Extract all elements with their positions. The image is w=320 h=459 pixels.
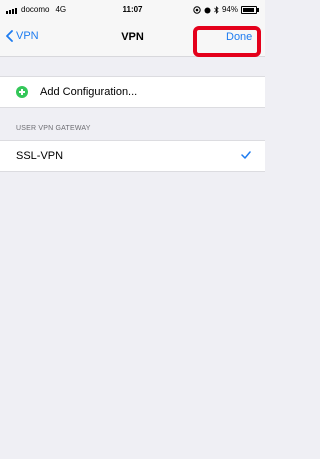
bluetooth-icon xyxy=(214,5,219,14)
status-bar: docomo 4G 11:07 94% xyxy=(0,0,265,20)
alarm-icon xyxy=(204,7,211,13)
plus-circle-icon xyxy=(16,86,28,98)
checkmark-icon xyxy=(241,151,251,159)
vpn-name: SSL-VPN xyxy=(16,150,64,162)
location-icon xyxy=(193,5,201,14)
section-header: USER VPN GATEWAY xyxy=(16,125,91,132)
status-right: 94% xyxy=(193,5,259,14)
battery-icon xyxy=(241,5,259,14)
battery-percent: 94% xyxy=(221,5,238,14)
done-button[interactable]: Done xyxy=(226,31,252,43)
vpn-list-item[interactable]: SSL-VPN xyxy=(0,140,265,172)
battery-fill xyxy=(243,7,254,12)
add-configuration-row[interactable]: Add Configuration... xyxy=(0,76,265,108)
add-configuration-label: Add Configuration... xyxy=(40,86,138,98)
